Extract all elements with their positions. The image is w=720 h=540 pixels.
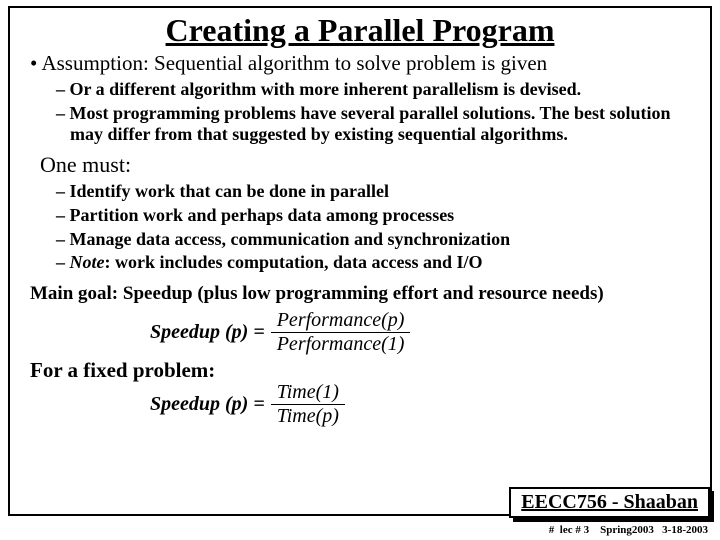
one-must-heading: One must: [40,152,696,178]
sub-bullet-1a: – Or a different algorithm with more inh… [56,79,696,100]
sub-bullet-2c: – Manage data access, communication and … [56,229,696,250]
formula-1-fraction: Performance(p) Performance(1) [271,309,411,356]
formula-1-numerator: Performance(p) [271,309,411,333]
formula-1: Speedup (p) = Performance(p) Performance… [30,309,696,356]
formula-1-lhs: Speedup (p) = [150,321,265,344]
formula-2-lhs: Speedup (p) = [150,393,265,416]
formula-2: Speedup (p) = Time(1) Time(p) [30,381,696,428]
sub-bullet-1b: – Most programming problems have several… [56,103,696,144]
formula-2-numerator: Time(1) [271,381,345,405]
formula-2-fraction: Time(1) Time(p) [271,381,345,428]
formula-1-denominator: Performance(1) [271,333,411,356]
course-badge: EECC756 - Shaaban [509,487,710,518]
sub-bullet-2b: – Partition work and perhaps data among … [56,205,696,226]
bullet-assumption: • Assumption: Sequential algorithm to so… [30,51,696,76]
sub-bullet-2d-note: Note [70,252,105,272]
sub-bullet-2d: – Note: work includes computation, data … [56,252,696,273]
slide-title: Creating a Parallel Program [10,12,710,49]
course-badge-text: EECC756 - Shaaban [509,487,710,518]
slide-content: • Assumption: Sequential algorithm to so… [10,51,710,428]
formula-2-denominator: Time(p) [271,405,345,428]
sub-bullet-2d-rest: : work includes computation, data access… [105,252,483,272]
slide-footer: # lec # 3 Spring2003 3-18-2003 [549,524,708,536]
slide-frame: Creating a Parallel Program • Assumption… [8,6,712,516]
fixed-problem-heading: For a fixed problem: [30,358,696,383]
sub-bullet-2d-prefix: – [56,252,70,272]
main-goal: Main goal: Speedup (plus low programming… [30,283,696,305]
sub-bullet-2a: – Identify work that can be done in para… [56,181,696,202]
